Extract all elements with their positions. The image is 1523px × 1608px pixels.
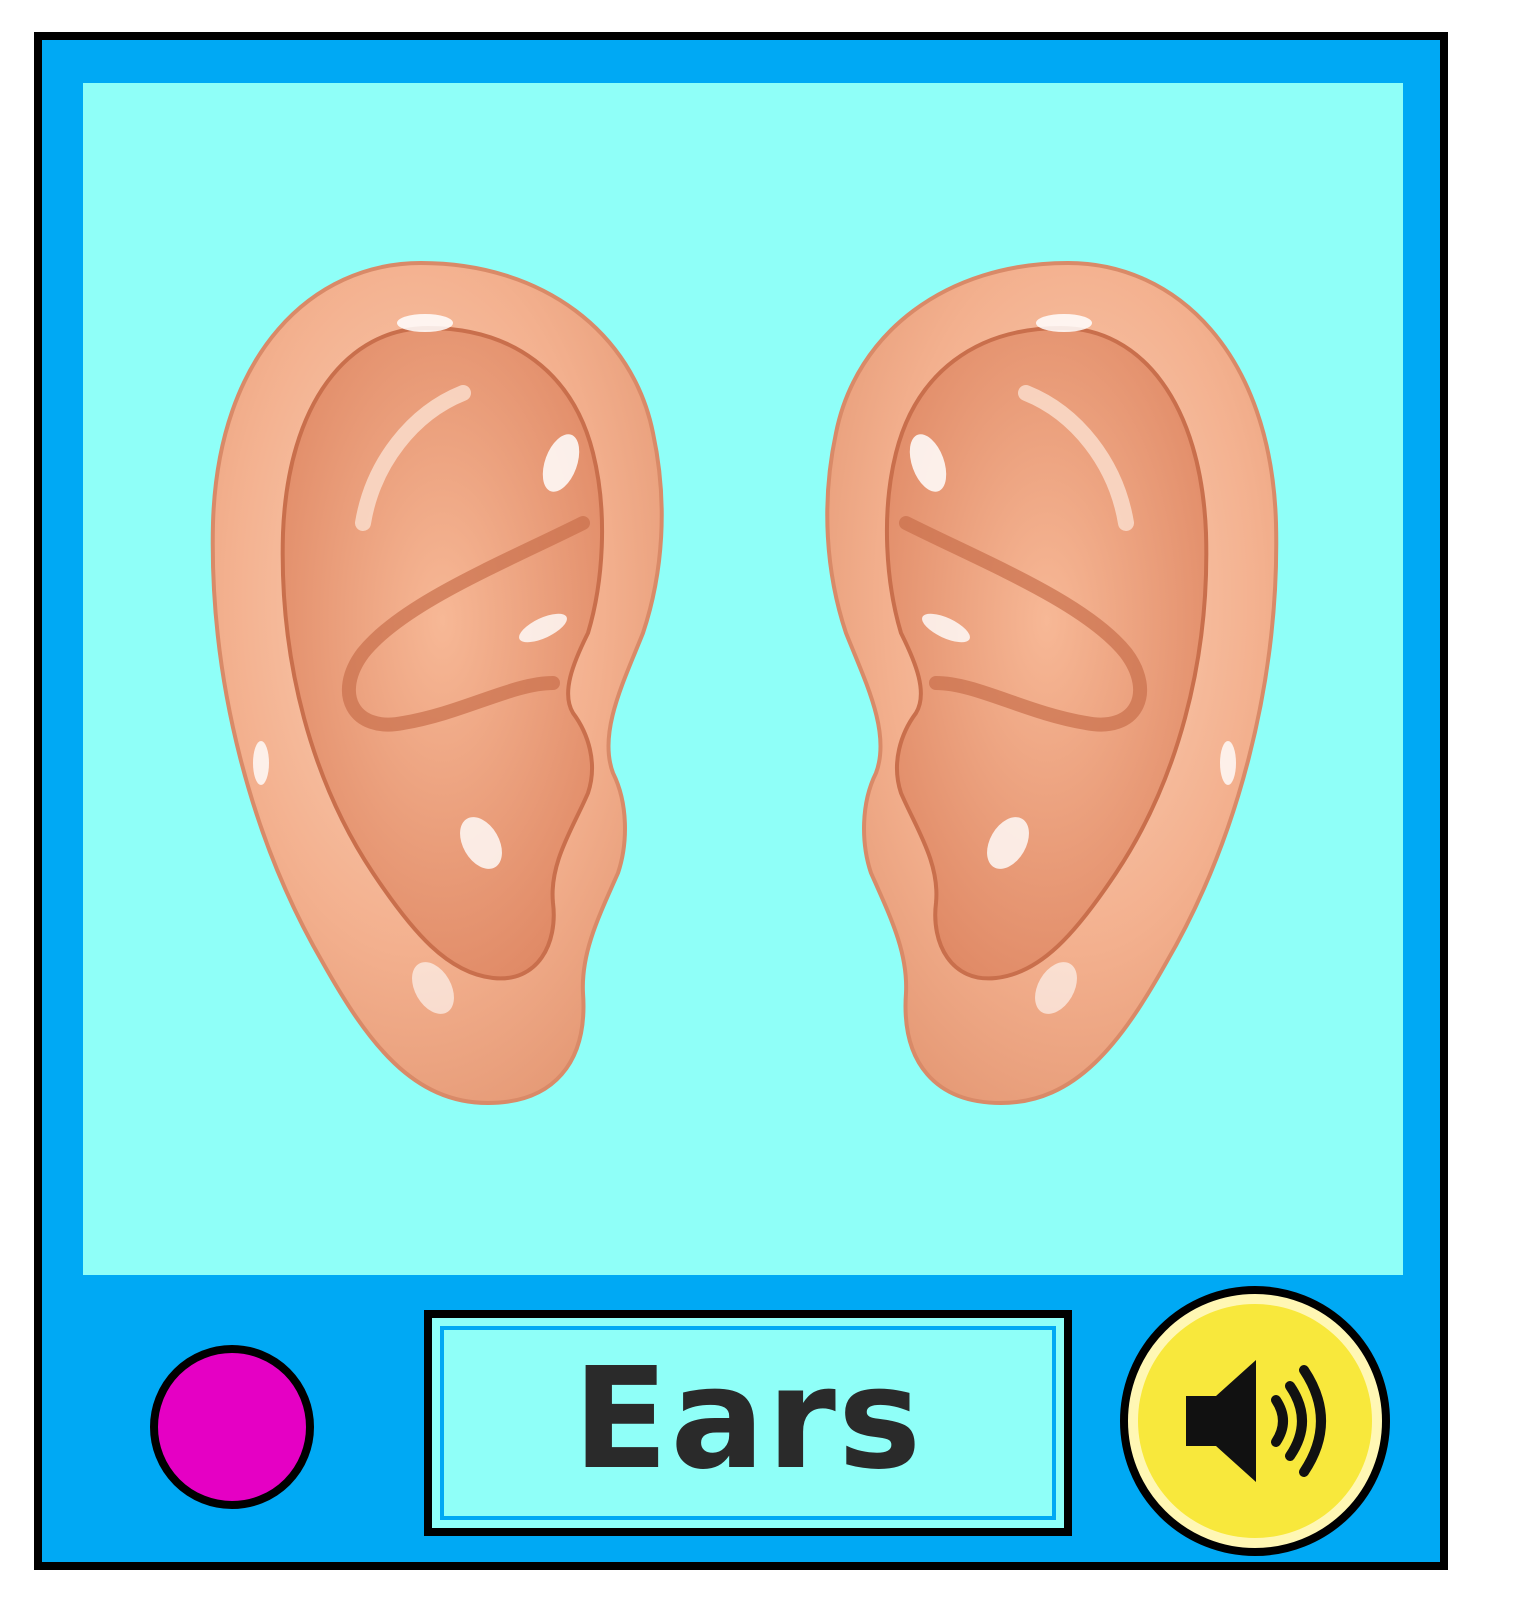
speaker-volume-icon (1186, 1360, 1326, 1482)
word-label-box: Ears (424, 1310, 1072, 1536)
right-ear-icon (825, 260, 1279, 1106)
picture-panel (83, 83, 1403, 1275)
word-label: Ears (572, 1338, 924, 1501)
left-ear-icon (210, 260, 664, 1106)
word-label-inner: Ears (440, 1326, 1056, 1520)
play-sound-button[interactable] (1120, 1286, 1390, 1556)
ears-illustration (210, 260, 1279, 1106)
word-card: Ears (34, 32, 1448, 1570)
sound-button-face (1138, 1304, 1372, 1538)
pink-dot-icon[interactable] (150, 1345, 314, 1509)
